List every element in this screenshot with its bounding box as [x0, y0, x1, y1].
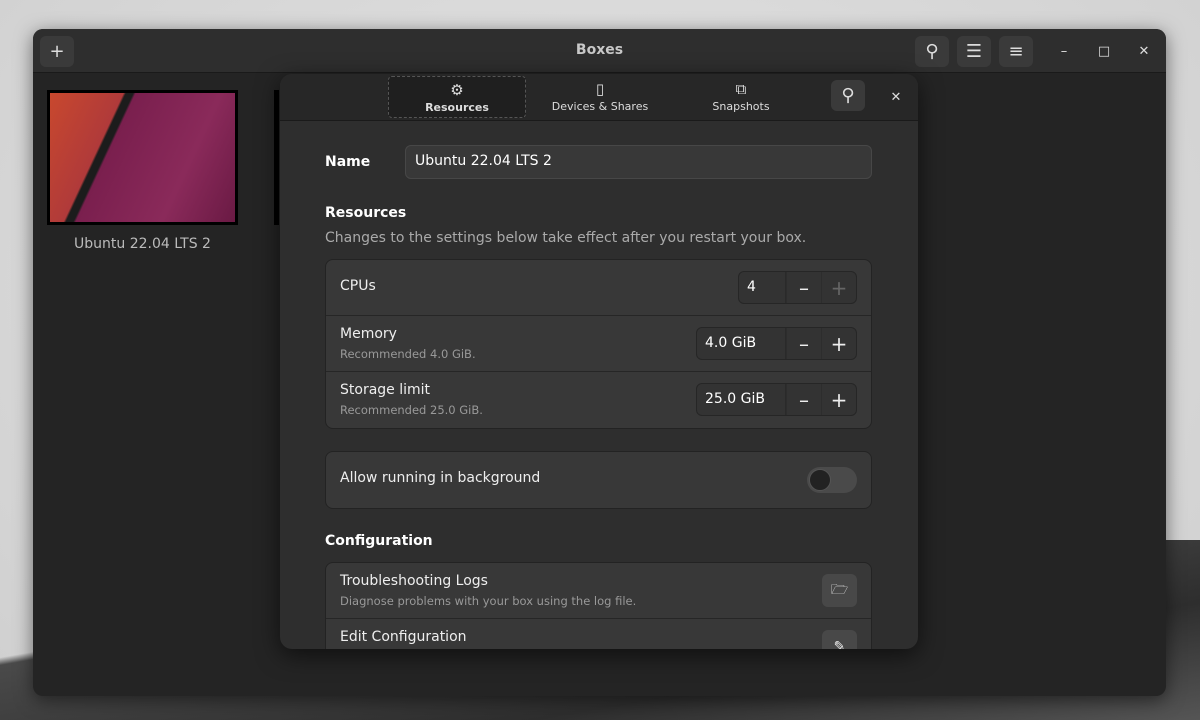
cpus-stepper: 4– + [738, 271, 857, 304]
edit-config-label: Edit Configuration [340, 629, 467, 645]
header-bar: + Boxes ⚲ ☰ ≡ – □ ✕ [33, 29, 1166, 73]
window-title: Boxes [575, 42, 624, 58]
close-icon: ✕ [890, 89, 902, 105]
cpus-increase-button[interactable]: + [821, 272, 856, 303]
resources-heading: Resources [325, 205, 407, 221]
name-input[interactable]: Ubuntu 22.04 LTS 2 [405, 145, 872, 179]
toggle-knob [809, 469, 831, 491]
cpus-decrease-button[interactable]: – [786, 272, 821, 303]
maximize-icon: □ [1097, 43, 1111, 59]
search-button[interactable]: ⚲ [915, 36, 949, 67]
search-icon: ⚲ [841, 85, 855, 106]
box-thumbnail[interactable] [47, 90, 238, 225]
storage-value[interactable]: 25.0 GiB [697, 384, 786, 415]
cpus-label: CPUs [340, 278, 376, 294]
close-window-button[interactable]: ✕ [1134, 41, 1154, 61]
box-name[interactable]: Ubuntu 22.04 LTS 2 [47, 236, 238, 252]
background-toggle[interactable] [807, 467, 857, 493]
folder-open-icon: 🗁 [830, 581, 849, 598]
cpus-row: CPUs 4– + [326, 260, 871, 316]
background-label: Allow running in background [340, 470, 541, 486]
configuration-heading: Configuration [325, 533, 433, 549]
storage-decrease-button[interactable]: – [786, 384, 821, 415]
memory-recommendation: Recommended 4.0 GiB. [340, 347, 476, 361]
preferences-dialog: ⚙ Resources ▯ Devices & Shares ⧉ Snapshots … [280, 74, 918, 649]
close-icon: ✕ [1138, 43, 1150, 59]
storage-increase-button[interactable]: + [821, 384, 856, 415]
mouse-icon: ▯ [595, 80, 605, 98]
memory-increase-button[interactable]: + [821, 328, 856, 359]
open-logs-button[interactable]: 🗁 [822, 574, 857, 607]
troubleshooting-description: Diagnose problems with your box using th… [340, 594, 637, 608]
memory-label: Memory [340, 326, 397, 342]
memory-row: Memory Recommended 4.0 GiB. 4.0 GiB – + [326, 316, 871, 372]
resources-list: CPUs 4– + Memory Recommended 4.0 GiB. 4.0… [325, 259, 872, 429]
troubleshooting-row: Troubleshooting Logs Diagnose problems w… [326, 563, 871, 619]
list-icon: ☰ [965, 41, 983, 62]
gear-icon: ⚙ [450, 81, 464, 99]
configuration-list: Troubleshooting Logs Diagnose problems w… [325, 562, 872, 649]
storage-label: Storage limit [340, 382, 431, 398]
background-list: Allow running in background [325, 451, 872, 509]
troubleshooting-label: Troubleshooting Logs [340, 573, 488, 589]
tab-resources[interactable]: ⚙ Resources [388, 76, 526, 118]
resources-description: Changes to the settings below take effec… [325, 230, 807, 246]
snapshots-icon: ⧉ [735, 80, 747, 98]
pencil-icon: ✎ [833, 638, 846, 650]
edit-config-row: Edit Configuration ✎ [326, 619, 871, 649]
box-thumbnail-partial [274, 90, 279, 225]
tab-snapshots[interactable]: ⧉ Snapshots [672, 76, 810, 118]
storage-row: Storage limit Recommended 25.0 GiB. 25.0… [326, 372, 871, 428]
memory-stepper: 4.0 GiB – + [696, 327, 857, 360]
hamburger-menu-icon: ≡ [1008, 41, 1024, 62]
storage-stepper: 25.0 GiB – + [696, 383, 857, 416]
main-menu-button[interactable]: ≡ [999, 36, 1033, 67]
dialog-close-button[interactable]: ✕ [886, 87, 906, 107]
cpus-value[interactable]: 4 [739, 272, 786, 303]
search-icon: ⚲ [925, 41, 939, 62]
name-label: Name [325, 154, 371, 170]
tab-devices-shares[interactable]: ▯ Devices & Shares [531, 76, 669, 118]
memory-value[interactable]: 4.0 GiB [697, 328, 786, 359]
minimize-icon: – [1060, 43, 1068, 59]
background-row: Allow running in background [326, 452, 871, 508]
ubuntu-desktop-preview [50, 93, 235, 222]
maximize-button[interactable]: □ [1094, 41, 1114, 61]
minimize-button[interactable]: – [1054, 41, 1074, 61]
dialog-header: ⚙ Resources ▯ Devices & Shares ⧉ Snapshots … [280, 74, 918, 121]
storage-recommendation: Recommended 25.0 GiB. [340, 403, 483, 417]
memory-decrease-button[interactable]: – [786, 328, 821, 359]
edit-config-button[interactable]: ✎ [822, 630, 857, 649]
dialog-search-button[interactable]: ⚲ [831, 80, 865, 111]
view-toggle-button[interactable]: ☰ [957, 36, 991, 67]
